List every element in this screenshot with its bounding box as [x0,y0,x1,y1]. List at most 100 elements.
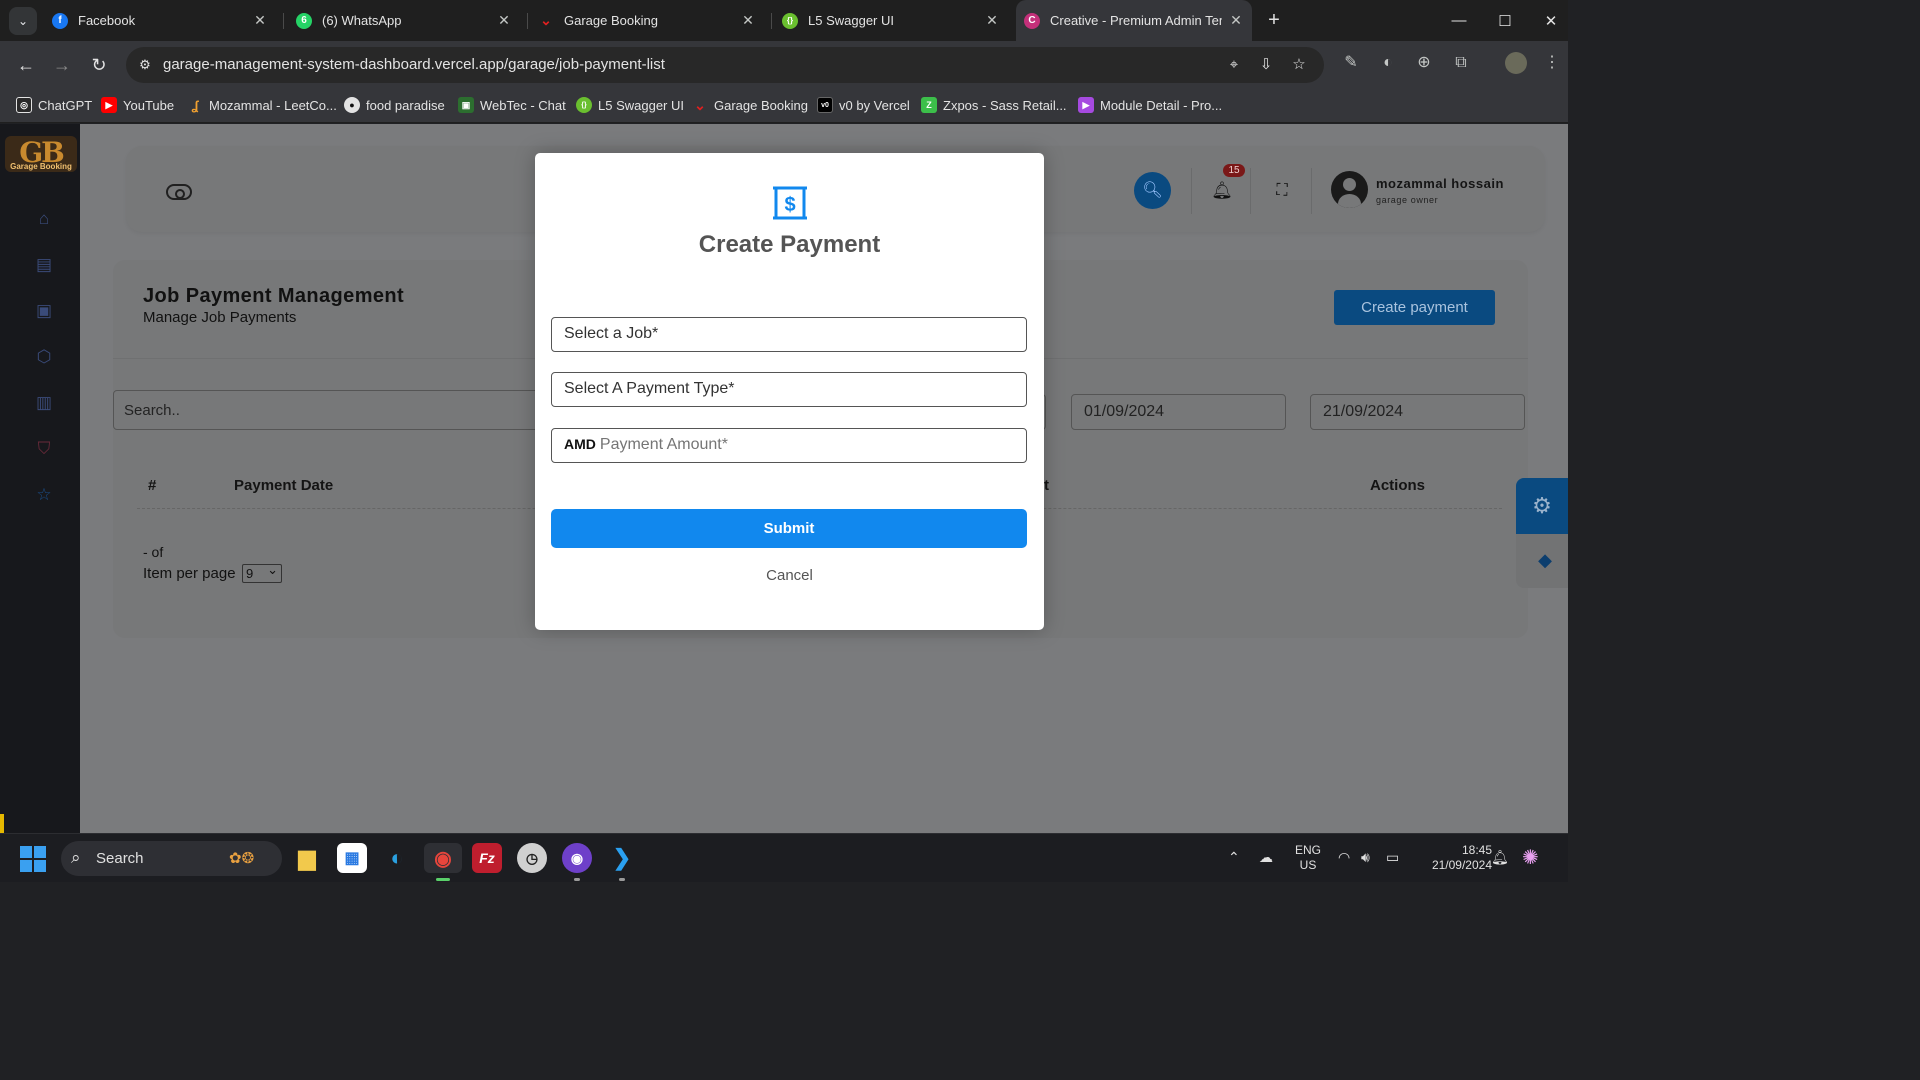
bookmark-icon[interactable]: ⛉ [33,438,55,460]
microsoft-store-icon[interactable]: ▦ [337,843,367,873]
bookmark-webtec-chat[interactable]: ▣ WebTec - Chat [458,95,566,115]
fullscreen-icon[interactable]: ⛶ [1272,181,1292,201]
close-tab-icon[interactable]: ✕ [984,12,1000,29]
github-desktop-icon[interactable]: ◉ [562,843,592,873]
chrome-icon[interactable]: ◉ [424,843,462,873]
address-bar[interactable]: ⚙ garage-management-system-dashboard.ver… [126,47,1324,83]
cancel-button[interactable]: Cancel [535,567,1044,584]
edge-icon[interactable]: ◐ [382,843,412,873]
payment-amount-field[interactable]: AMD Payment Amount* [551,428,1027,463]
filezilla-icon[interactable]: Fz [472,843,502,873]
search-input[interactable]: Search.. [113,390,553,430]
profile-avatar-icon[interactable] [1505,52,1527,74]
user-name[interactable]: mozammal hossain [1376,176,1504,191]
creative-icon: C [1024,12,1040,29]
search-icon[interactable]: 🔍︎ [1134,172,1171,209]
bookmark-youtube[interactable]: ▶ YouTube [101,95,174,115]
bell-icon[interactable]: 🔔︎ [1211,180,1233,202]
table-header-index: # [148,477,157,494]
tab-whatsapp[interactable]: 6 (6) WhatsApp ✕ [288,0,520,41]
close-tab-icon[interactable]: ✕ [740,12,756,29]
svg-text:$: $ [784,194,795,216]
home-icon[interactable]: ⌂ [33,208,55,230]
volume-icon[interactable]: 🔊︎ [1361,849,1370,866]
pagination-info: - of [143,544,164,560]
bookmark-v0[interactable]: v0 v0 by Vercel [817,95,910,115]
minimize-button[interactable]: — [1436,0,1482,41]
taskbar-search[interactable]: ⌕ Search ✿❂ [61,841,282,876]
tab-facebook[interactable]: f Facebook ✕ [44,0,276,41]
bookmark-module-detail[interactable]: ▶ Module Detail - Pro... [1078,95,1222,115]
tab-separator [283,13,284,29]
chat-icon: ▣ [458,97,474,113]
star-icon[interactable]: ☆ [33,484,55,506]
globe-extension-icon[interactable]: ⊕ [1413,52,1435,74]
tab-search-button[interactable]: ⌄ [9,7,37,35]
bookmark-food-paradise[interactable]: ● food paradise [344,95,445,115]
store-icon[interactable]: ▤ [33,254,55,276]
extensions-puzzle-icon[interactable]: ⧉ [1450,52,1472,74]
sidebar-toggle-icon[interactable] [166,184,192,200]
bookmark-garage-booking[interactable]: ⌄ Garage Booking [692,95,808,115]
language-indicator[interactable]: ENG US [1292,843,1324,873]
reload-button[interactable]: ↻ [87,53,111,77]
back-button[interactable]: ← [14,53,38,77]
close-tab-icon[interactable]: ✕ [1228,12,1244,29]
site-settings-icon[interactable]: ⚙ [136,56,154,74]
windows-start-icon[interactable] [20,846,46,872]
close-tab-icon[interactable]: ✕ [252,12,268,29]
bookmark-leetcode[interactable]: ʆ Mozammal - LeetCo... [187,95,336,115]
package-icon[interactable]: ⬡ [33,346,55,368]
close-tab-icon[interactable]: ✕ [496,12,512,29]
bookmark-chatgpt[interactable]: ◎ ChatGPT [16,95,92,115]
create-payment-button[interactable]: Create payment [1334,290,1495,325]
submit-button[interactable]: Submit [551,509,1027,548]
settings-gear-icon[interactable]: ⚙ [1516,478,1568,534]
eyedropper-extension-icon[interactable]: ✎ [1340,52,1362,74]
wifi-icon[interactable]: ◠ [1338,849,1350,866]
tray-overflow-icon[interactable]: ⌃ [1228,849,1240,866]
select-job-field[interactable]: Select a Job* [551,317,1027,352]
select-payment-type-field[interactable]: Select A Payment Type* [551,372,1027,407]
items-per-page-select[interactable]: 9 [242,562,282,583]
system-clock[interactable]: 18:45 21/09/2024 [1412,843,1492,873]
items-per-page-label: Item per page [143,565,236,582]
notification-bell-icon[interactable]: 🔔︎ [1491,849,1509,866]
ticket-icon[interactable]: ▣ [33,300,55,322]
payment-receipt-icon: $ [773,186,807,220]
browser-menu-icon[interactable]: ⋮ [1541,52,1563,74]
forward-button[interactable]: → [50,53,74,77]
sidebar: GB Garage Booking ⌂ ▤ ▣ ⬡ ▥ ⛉ ☆ [0,124,80,833]
onedrive-icon[interactable]: ☁ [1259,849,1273,866]
tab-creative-admin[interactable]: C Creative - Premium Admin Temp ✕ [1016,0,1252,41]
table-header-amount: t [1044,477,1049,494]
garage-booking-logo[interactable]: GB Garage Booking [5,136,77,172]
file-explorer-icon[interactable]: ▆ [292,843,322,873]
garage-booking-icon: ⌄ [694,96,706,113]
maximize-button[interactable]: ☐ [1482,0,1528,41]
url-text[interactable]: garage-management-system-dashboard.verce… [163,56,665,73]
location-icon[interactable]: ⌖ [1224,55,1244,75]
briefcase-icon[interactable]: ▥ [33,392,55,414]
close-window-button[interactable]: ✕ [1528,0,1574,41]
user-role: garage owner [1376,195,1439,205]
date-from-input[interactable]: 01/09/2024 [1071,394,1286,430]
theme-paint-icon[interactable]: ◆ [1532,549,1558,571]
install-app-icon[interactable]: ⇩ [1256,55,1276,75]
vscode-icon[interactable]: ❯ [607,843,637,873]
bookmark-swagger[interactable]: {} L5 Swagger UI [576,95,684,115]
tab-garage-booking[interactable]: ⌄ Garage Booking ✕ [530,0,764,41]
tab-swagger[interactable]: {} L5 Swagger UI ✕ [774,0,1008,41]
clock-app-icon[interactable]: ◷ [517,843,547,873]
new-tab-button[interactable]: + [1264,8,1284,32]
avatar[interactable] [1331,171,1368,208]
date-to-input[interactable]: 21/09/2024 [1310,394,1525,430]
tab-separator [527,13,528,29]
notification-badge: 15 [1223,164,1245,177]
battery-icon[interactable]: ▭ [1386,849,1399,866]
bookmark-zxpos[interactable]: Z Zxpos - Sass Retail... [921,95,1067,115]
bookmark-star-icon[interactable]: ☆ [1289,55,1309,75]
extension-circle-icon[interactable]: ◐ [1377,52,1399,74]
copilot-icon[interactable]: ✺ [1522,845,1539,870]
chatgpt-icon: ◎ [16,97,32,113]
